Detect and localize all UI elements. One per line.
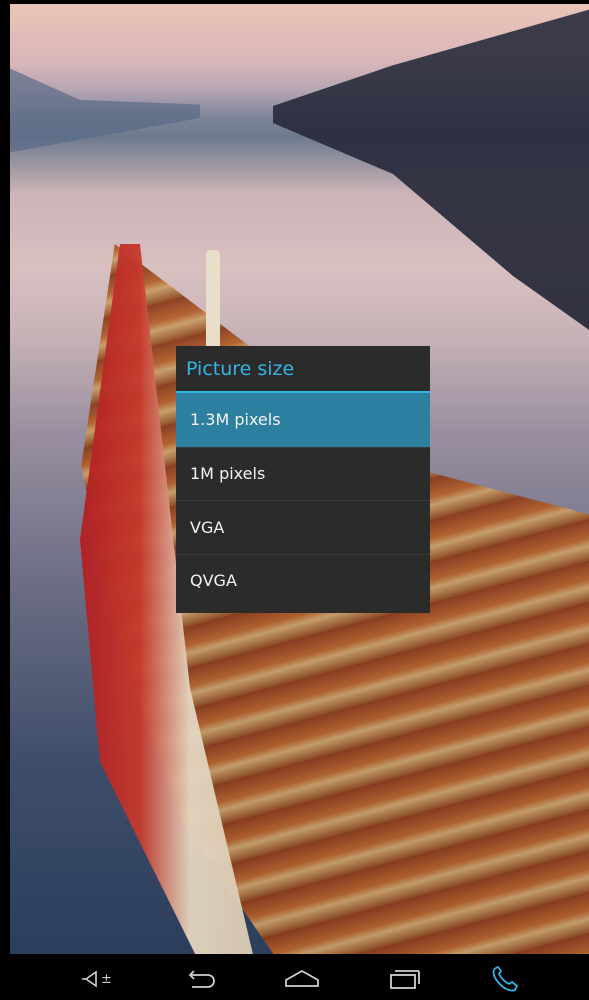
- picture-size-dialog: Picture size 1.3M pixels 1M pixels VGA Q…: [176, 346, 430, 613]
- option-qvga[interactable]: QVGA: [176, 553, 430, 608]
- background-hills-left: [10, 64, 200, 154]
- option-label: 1.3M pixels: [190, 410, 281, 430]
- svg-text:±: ±: [101, 972, 112, 987]
- option-label: QVGA: [190, 571, 237, 591]
- option-label: 1M pixels: [190, 464, 266, 484]
- phone-icon[interactable]: [484, 964, 528, 994]
- back-icon[interactable]: [178, 964, 222, 994]
- option-label: VGA: [190, 517, 225, 537]
- navigation-bar: ±: [0, 956, 589, 1000]
- background-hills-right: [273, 4, 589, 344]
- recent-apps-icon[interactable]: [382, 964, 426, 994]
- paddle-image: [206, 250, 220, 350]
- option-1-3m-pixels[interactable]: 1.3M pixels: [176, 393, 430, 447]
- home-icon[interactable]: [280, 964, 324, 994]
- option-1m-pixels[interactable]: 1M pixels: [176, 446, 430, 501]
- option-vga[interactable]: VGA: [176, 500, 430, 554]
- dialog-title: Picture size: [176, 346, 430, 393]
- volume-down-icon[interactable]: ±: [78, 964, 122, 994]
